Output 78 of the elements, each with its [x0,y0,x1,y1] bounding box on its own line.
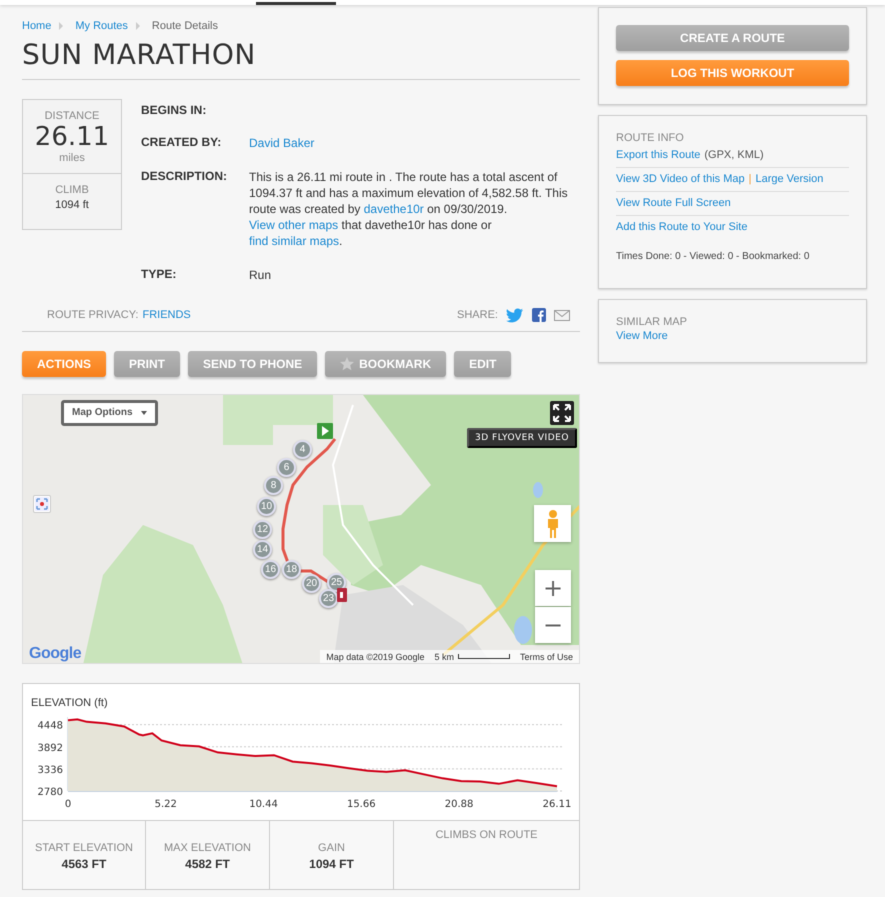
info-link[interactable]: View 3D Video of this Map [616,173,745,185]
chart-title: ELEVATION (ft) [31,697,108,709]
facebook-icon[interactable] [532,308,546,322]
link-separator: | [748,173,752,185]
caret-icon [140,411,147,415]
description-link[interactable]: davethe10r [364,202,424,216]
map-attribution: Map data ©2019 Google [326,652,424,662]
author-link[interactable]: David Baker [249,136,314,150]
summary-value: 4563 FT [62,857,106,871]
map-logo: Google [29,645,82,663]
detail-label: BEGINS IN: [141,103,208,117]
summary-label: MAX ELEVATION [164,842,251,854]
action-button[interactable]: EDIT [454,351,512,377]
sidebar-button[interactable]: LOG THIS WORKOUT [616,60,849,86]
summary-label: GAIN [318,842,345,854]
route-counts: Times Done: 0 - Viewed: 0 - Bookmarked: 0 [616,251,810,262]
route-description: This is a 26.11 mi route in . The route has a total ascent of 1094.37 ft and has a maximum elevation of 4,582.58 ft. This route was created by davethe10r on 09/30/2019. View other maps that davethe10r has done or find similar maps. [249,169,569,249]
view-more-link[interactable]: View More [616,330,668,342]
summary-label: CLIMBS ON ROUTE [435,829,538,841]
x-tick-label: 20.88 [444,799,474,810]
info-link[interactable]: Export this Route [616,149,700,161]
route-title: SUN MARATHON [22,38,580,80]
stat-label: DISTANCE [44,110,100,122]
twitter-icon[interactable] [506,307,524,323]
info-link[interactable]: Add this Route to Your Site [616,221,748,233]
y-tick-label: 2780 [38,787,63,798]
stat-value: 26.11 [34,122,110,152]
section-heading: SIMILAR MAP [616,316,688,328]
action-button[interactable]: PRINT [114,351,180,377]
terms-link[interactable]: Terms of Use [520,652,573,662]
y-tick-label: 4448 [38,720,63,732]
stat-label: CLIMB [54,184,90,196]
mail-icon[interactable] [554,310,570,320]
format-note: (GPX, KML) [704,149,764,161]
sidebar-button[interactable]: CREATE A ROUTE [616,25,849,51]
privacy-link[interactable]: FRIENDS [142,309,191,321]
scale-label: 5 km [434,652,454,662]
breadcrumb-link[interactable]: My Routes [75,20,128,32]
x-tick-label: 15.66 [346,799,376,810]
breadcrumb-current: Route Details [152,20,218,32]
y-tick-label: 3336 [38,764,63,776]
zoom-out-button[interactable]: − [535,607,571,643]
share-label: SHARE: [457,309,498,321]
map-options-dropdown[interactable]: Map Options [61,400,158,426]
privacy-label: ROUTE PRIVACY: [47,309,138,321]
zoom-in-button[interactable]: + [535,570,571,606]
star-icon [340,357,354,371]
summary-value: 4582 FT [185,857,230,871]
stat-value: 1094 ft [54,199,90,211]
summary-value: 1094 FT [309,857,354,871]
stat-unit: miles [58,152,86,164]
detail-label: CREATED BY: [141,135,222,151]
x-tick-label: 0 [64,799,72,810]
finish-flag-icon [337,588,347,602]
breadcrumb-link[interactable]: Home [22,20,52,32]
x-tick-label: 26.11 [542,799,572,810]
detail-label: DESCRIPTION: [141,169,228,185]
y-tick-label: 3892 [38,742,63,754]
detail-label: TYPE: [141,267,178,283]
scale-bar [458,654,510,659]
description-link[interactable]: View other maps [249,218,338,232]
recenter-icon[interactable] [33,495,51,513]
summary-label: START ELEVATION [34,842,133,854]
description-link[interactable]: find similar maps [249,234,340,248]
info-link[interactable]: Large Version [755,173,824,185]
info-link[interactable]: View Route Full Screen [616,197,731,209]
action-button[interactable]: BOOKMARK [325,351,446,377]
fullscreen-icon[interactable] [550,401,574,425]
chevron-icon [136,22,140,30]
action-button[interactable]: ACTIONS [22,351,106,377]
chevron-icon [59,22,64,30]
section-heading: ROUTE INFO [616,132,685,144]
action-button[interactable]: SEND TO PHONE [188,351,318,377]
flyover-video-button[interactable]: 3D FLYOVER VIDEO [467,428,577,448]
start-flag-icon [317,423,333,439]
x-tick-label: 10.44 [249,799,278,810]
x-tick-label: 5.22 [154,799,177,810]
detail-value: Run [249,268,272,282]
